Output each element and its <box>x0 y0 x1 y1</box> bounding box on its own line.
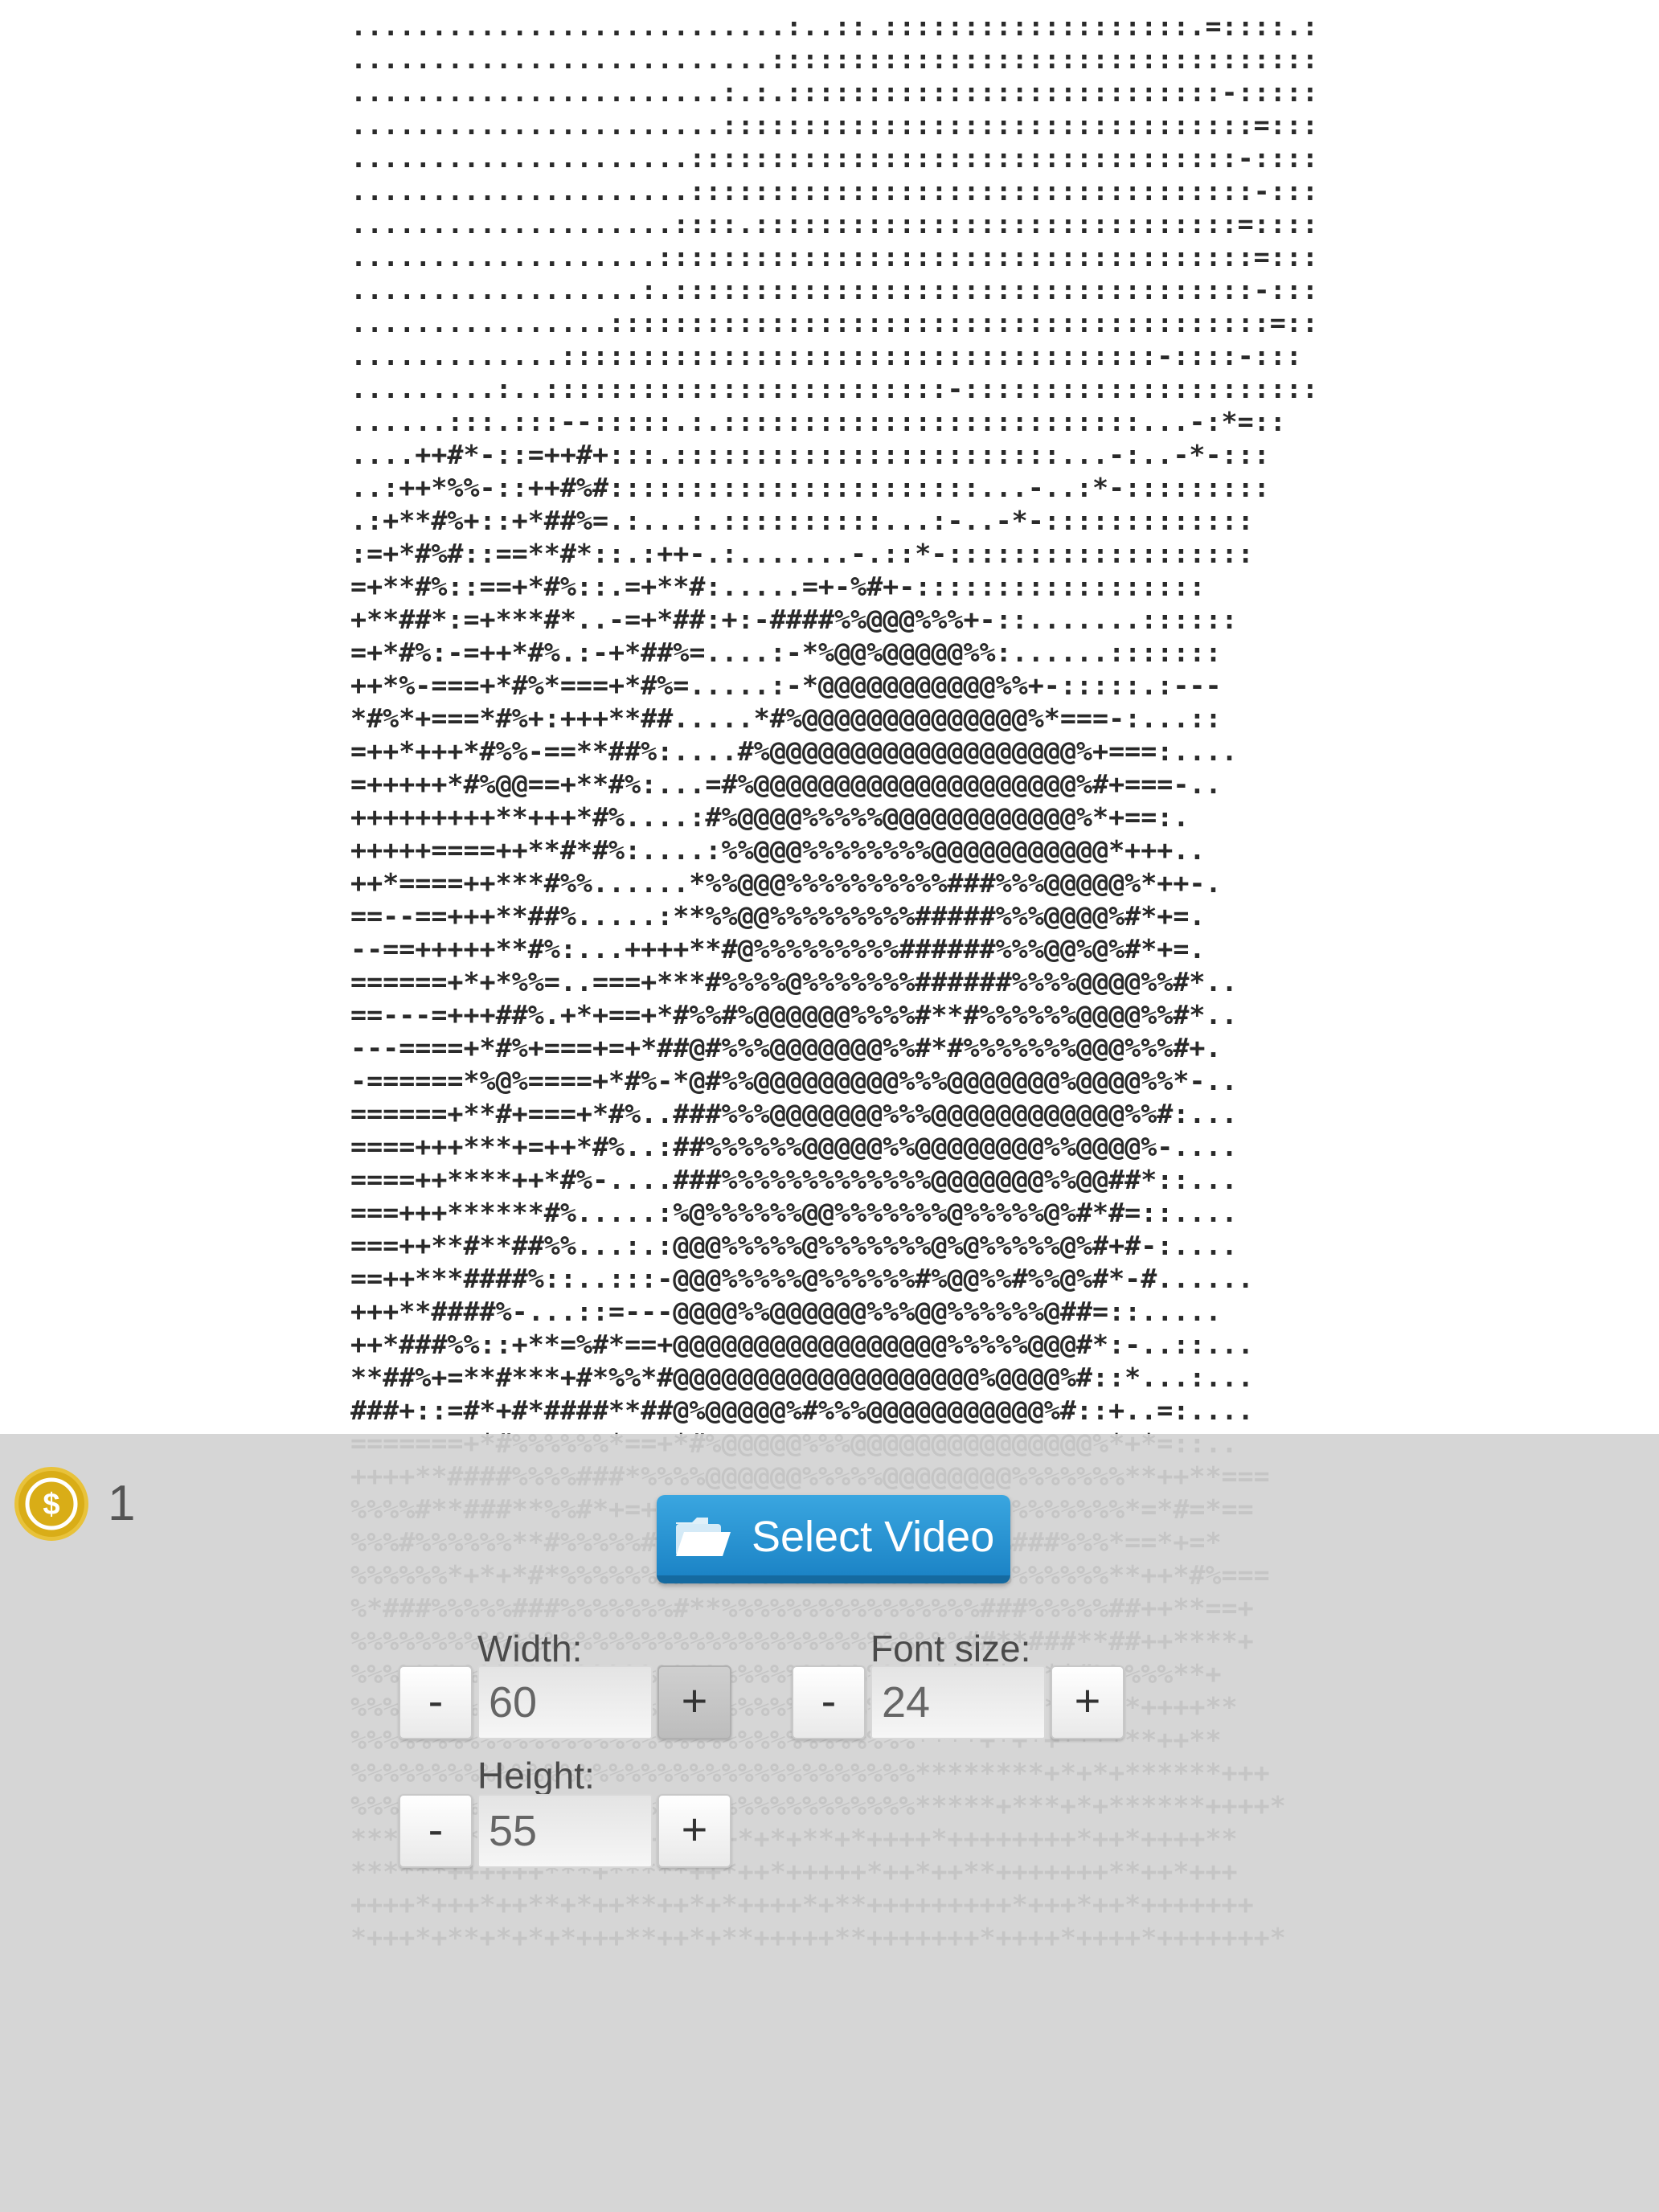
height-increment-button[interactable]: + <box>657 1794 731 1868</box>
font-size-increment-button[interactable]: + <box>1051 1665 1124 1739</box>
folder-icon <box>673 1514 734 1563</box>
width-input[interactable] <box>477 1665 653 1739</box>
font-size-decrement-button[interactable]: - <box>792 1665 866 1739</box>
width-decrement-button[interactable]: - <box>399 1665 473 1739</box>
font-size-label: Font size: <box>870 1628 1031 1669</box>
height-decrement-button[interactable]: - <box>399 1794 473 1868</box>
coin-count: 1 <box>108 1476 136 1531</box>
height-input[interactable] <box>477 1794 653 1868</box>
width-increment-button[interactable]: + <box>657 1665 731 1739</box>
dollar-coin-icon: $ <box>14 1467 88 1541</box>
select-video-button[interactable]: Select Video <box>657 1495 1010 1583</box>
width-label: Width: <box>477 1628 583 1669</box>
svg-text:$: $ <box>43 1488 59 1522</box>
height-label: Height: <box>477 1755 595 1796</box>
font-size-input[interactable] <box>870 1665 1046 1739</box>
select-video-label: Select Video <box>752 1513 995 1561</box>
